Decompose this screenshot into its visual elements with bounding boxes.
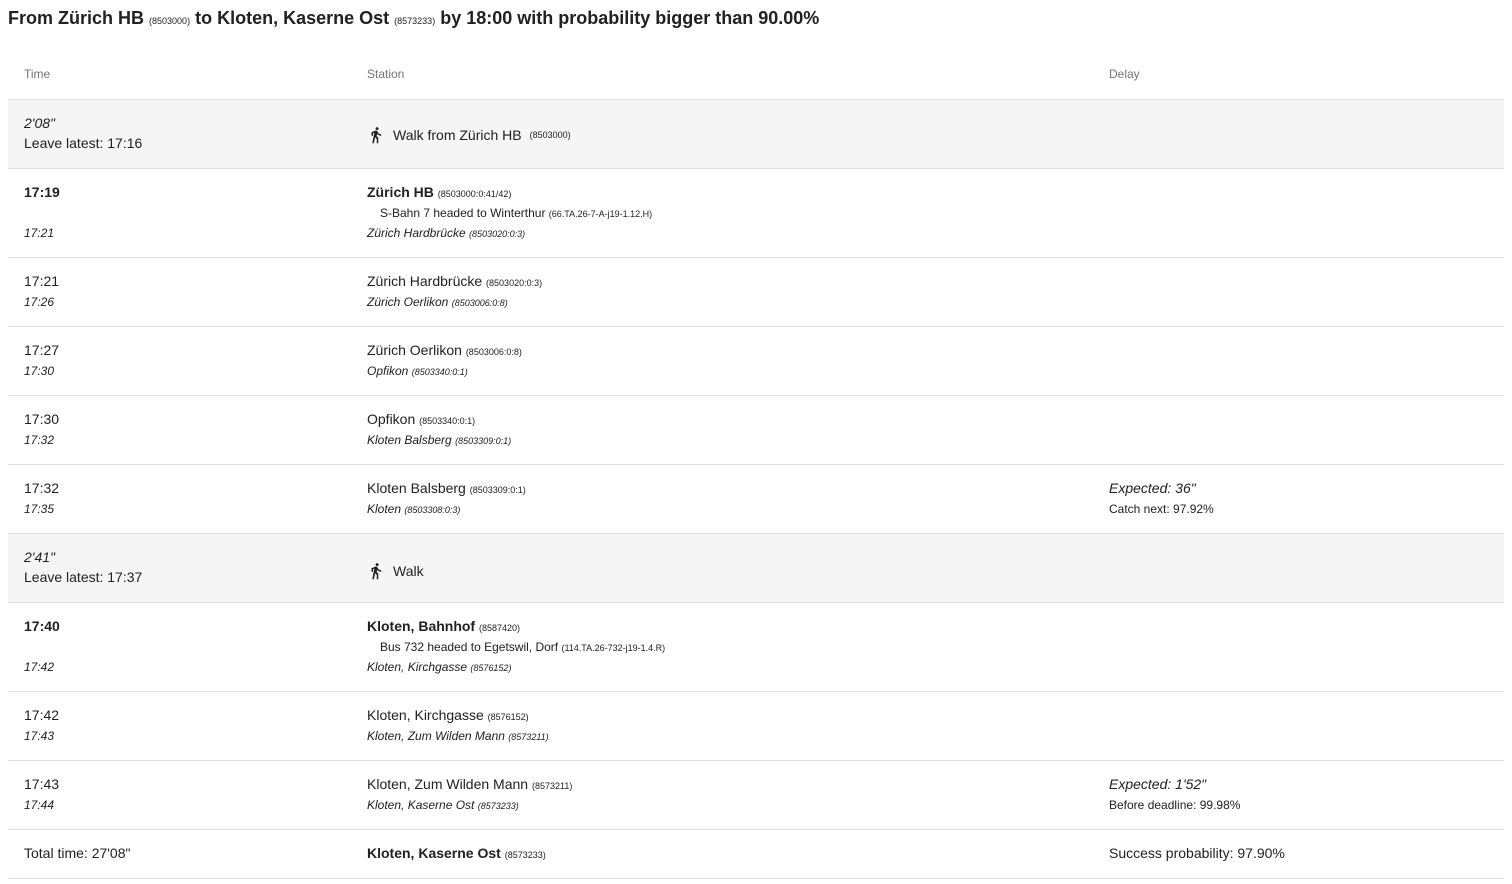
departure-time: 17:30 [24,411,60,427]
walk-text: Walk [393,563,424,579]
table-row: 17:32 17:35 Kloten Balsberg (8503309:0:1… [8,465,1504,534]
station-name: Opfikon (8503340:0:1) [367,411,476,427]
next-station: Kloten (8503308:0:3) [367,502,461,516]
walking-person-icon [371,563,382,580]
header-time: Time [24,67,51,81]
arrival-time: 17:21 [24,226,55,240]
walk-text: Walk from Zürich HB [393,127,522,143]
departure-time: 17:21 [24,273,60,289]
table-row: 17:42 17:43 Kloten, Kirchgasse (8576152)… [8,692,1504,761]
station-name: Zürich Hardbrücke (8503020:0:3) [367,273,543,289]
line-info: S-Bahn 7 headed to Winterthur (66.TA.26-… [380,206,653,220]
departure-time: 17:43 [24,776,60,792]
line-info: Bus 732 headed to Egetswil, Dorf (114.TA… [380,640,666,654]
arrival-time: 17:32 [24,433,55,447]
table-row: 17:27 17:30 Zürich Oerlikon (8503006:0:8… [8,327,1504,396]
table-row: 17:21 17:26 Zürich Hardbrücke (8503020:0… [8,258,1504,327]
table-row: 17:30 17:32 Opfikon (8503340:0:1) Kloten… [8,396,1504,465]
title-to: to Kloten, Kaserne Ost [195,8,390,28]
table-row: 17:40 17:42 Kloten, Bahnhof (8587420) Bu… [8,603,1504,692]
success-probability: Success probability: 97.90% [1109,845,1285,861]
walking-person-icon [371,127,382,144]
walk-station-id: (8503000) [529,130,571,140]
next-station: Kloten, Zum Wilden Mann (8573211) [367,729,549,743]
table-row: 17:43 17:44 Kloten, Zum Wilden Mann (857… [8,761,1504,830]
next-station: Zürich Hardbrücke (8503020:0:3) [367,226,526,240]
table-row: 17:19 17:21 Zürich HB (8503000:0:41/42) … [8,169,1504,258]
station-name: Zürich Oerlikon (8503006:0:8) [367,342,522,358]
title-from-id: (8503000) [149,16,191,26]
arrival-time: 17:30 [24,364,55,378]
delay-expected: Expected: 1'52" [1109,776,1207,792]
table-header: Time Station Delay [8,49,1504,100]
title-suffix: by 18:00 with probability bigger than 90… [440,8,820,28]
arrival-time: 17:35 [24,502,55,516]
departure-time: 17:42 [24,707,60,723]
title-prefix: From Zürich HB [8,8,145,28]
title-to-id: (8573233) [394,16,436,26]
station-name: Zürich HB (8503000:0:41/42) [367,184,512,200]
arrival-time: 17:43 [24,729,55,743]
departure-time: 17:32 [24,480,60,496]
next-station: Opfikon (8503340:0:1) [367,364,468,378]
connection-table: Time Station Delay 2'08" Leave latest: 1… [8,49,1504,879]
walk-row: 2'41" Leave latest: 17:37 Walk [8,534,1504,603]
total-row: Total time: 27'08" Kloten, Kaserne Ost (… [8,830,1504,879]
next-station: Kloten, Kaserne Ost (8573233) [367,798,519,812]
delay-catch-next: Catch next: 97.92% [1109,502,1214,516]
arrival-time: 17:26 [24,295,55,309]
next-station: Kloten, Kirchgasse (8576152) [367,660,512,674]
station-name: Kloten Balsberg (8503309:0:1) [367,480,526,496]
page-title: From Zürich HB (8503000) to Kloten, Kase… [8,8,819,29]
walk-duration: 2'08" [24,115,56,131]
station-name: Kloten, Bahnhof (8587420) [367,618,521,634]
arrival-time: 17:44 [24,798,55,812]
station-name: Kloten, Zum Wilden Mann (8573211) [367,776,573,792]
total-time: Total time: 27'08" [24,845,131,861]
arrival-time: 17:42 [24,660,55,674]
next-station: Kloten Balsberg (8503309:0:1) [367,433,512,447]
walk-leave-latest: Leave latest: 17:37 [24,569,143,585]
departure-time: 17:40 [24,618,60,634]
delay-expected: Expected: 36" [1109,480,1196,496]
destination-station: Kloten, Kaserne Ost (8573233) [367,845,546,861]
walk-duration: 2'41" [24,549,56,565]
departure-time: 17:27 [24,342,60,358]
walk-label: Walk [367,560,424,582]
departure-time: 17:19 [24,184,60,200]
next-station: Zürich Oerlikon (8503006:0:8) [367,295,508,309]
header-delay: Delay [1109,67,1140,81]
station-name: Kloten, Kirchgasse (8576152) [367,707,529,723]
walk-leave-latest: Leave latest: 17:16 [24,135,143,151]
walk-row: 2'08" Leave latest: 17:16 Walk from Züri… [8,100,1504,169]
walk-label: Walk from Zürich HB (8503000) [367,124,571,146]
header-station: Station [367,67,405,81]
delay-before-deadline: Before deadline: 99.98% [1109,798,1241,812]
